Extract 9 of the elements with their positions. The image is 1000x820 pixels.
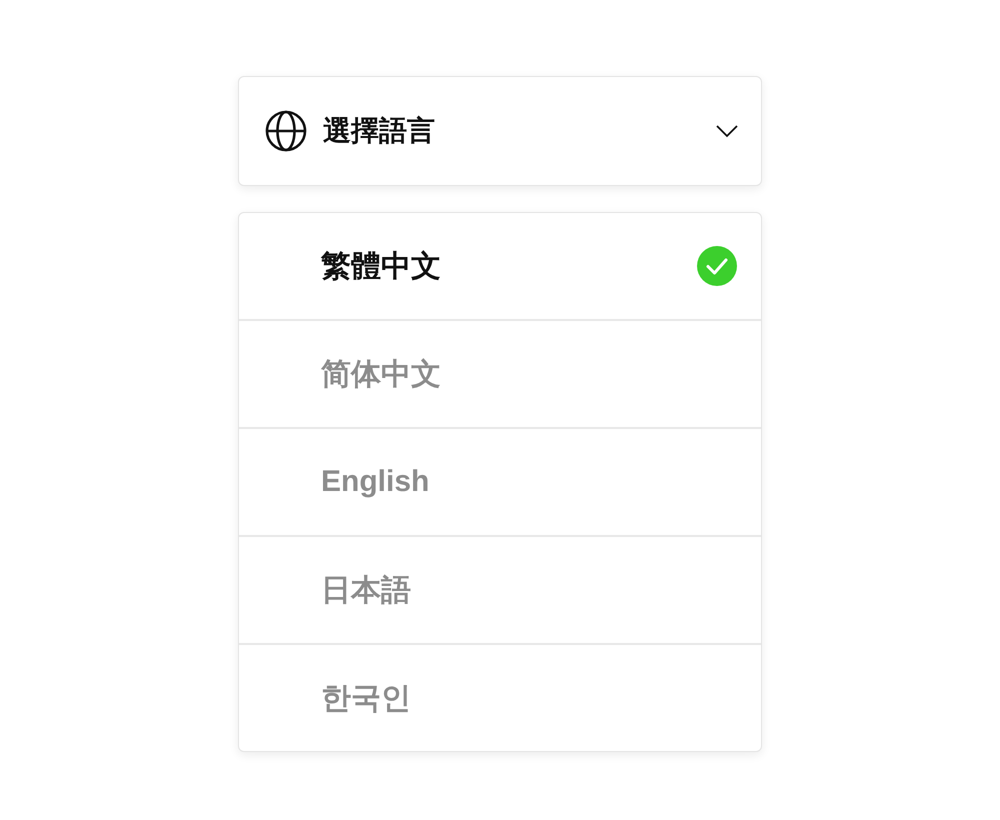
check-icon xyxy=(697,246,737,286)
language-option[interactable]: 日本語 xyxy=(239,537,761,643)
globe-icon xyxy=(265,110,307,152)
language-option[interactable]: 한국인 xyxy=(239,645,761,751)
language-option[interactable]: English xyxy=(239,429,761,535)
dropdown-title: 選擇語言 xyxy=(323,114,436,148)
language-dropdown[interactable]: 選擇語言 xyxy=(238,76,762,186)
language-option[interactable]: 简体中文 xyxy=(239,321,761,427)
language-option[interactable]: 繁體中文 xyxy=(239,213,761,319)
